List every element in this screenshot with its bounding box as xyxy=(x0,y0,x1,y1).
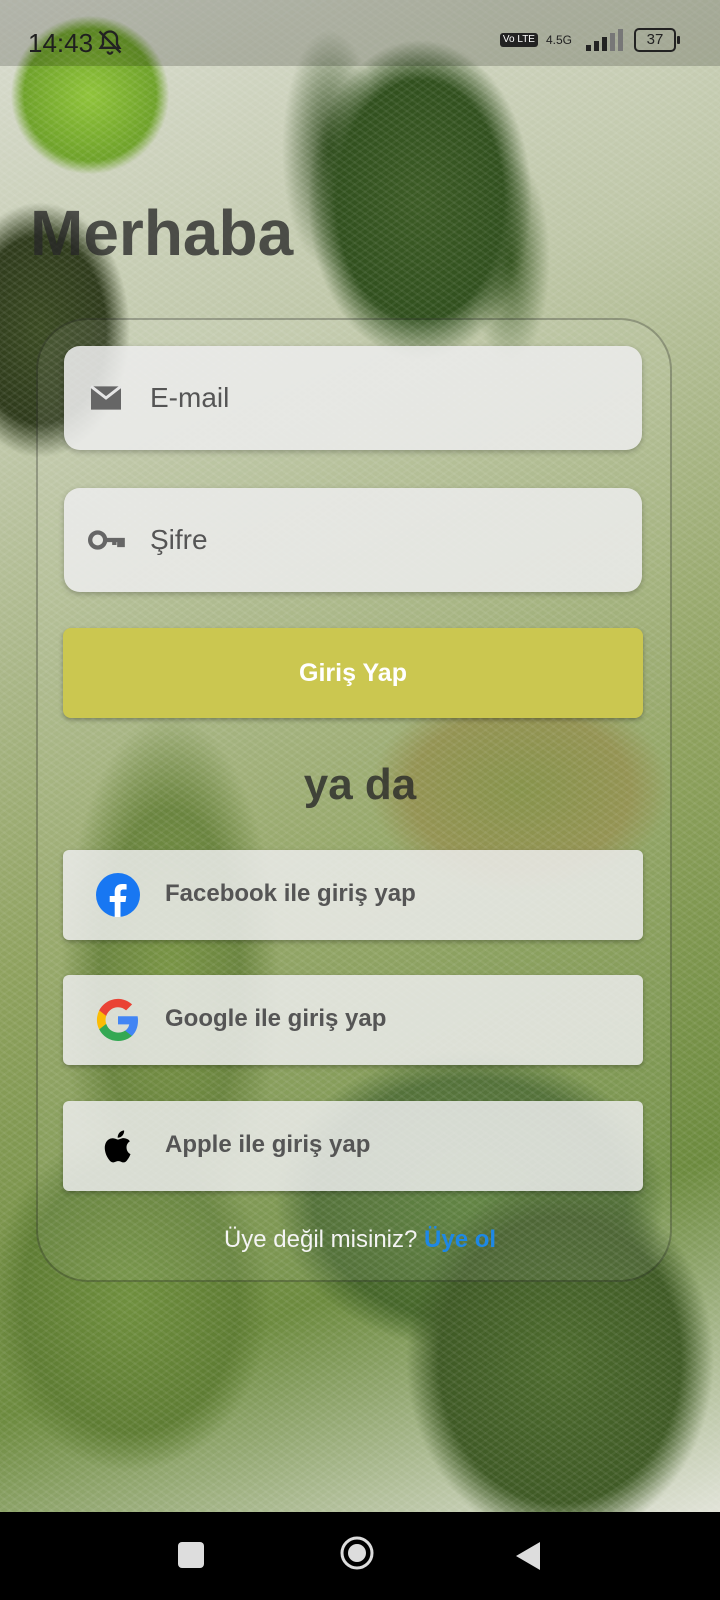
status-time: 14:43 xyxy=(28,28,94,58)
facebook-login-label: Facebook ile giriş yap xyxy=(165,880,416,907)
facebook-icon xyxy=(96,873,140,917)
google-icon xyxy=(96,998,138,1041)
greeting-title: Merhaba xyxy=(30,197,294,269)
signup-link[interactable]: Üye ol xyxy=(424,1226,496,1253)
network-type: 4.5G xyxy=(545,33,572,47)
apple-login-label: Apple ile giriş yap xyxy=(165,1131,371,1158)
home-icon[interactable] xyxy=(340,1536,374,1570)
mail-icon xyxy=(90,385,122,410)
login-button[interactable]: Giriş Yap xyxy=(63,628,643,718)
back-icon[interactable] xyxy=(514,1540,542,1572)
status-indicators: Vo LTE 4.5G 37 xyxy=(499,28,680,52)
password-placeholder: Şifre xyxy=(150,524,208,555)
battery-icon: 37 xyxy=(634,28,680,52)
status-bar: 14:43 Vo LTE 4.5G 37 xyxy=(0,0,720,66)
volte-badge: Vo LTE xyxy=(499,33,538,47)
bell-off-icon xyxy=(98,30,122,55)
google-login-label: Google ile giriş yap xyxy=(165,1005,387,1032)
recents-icon[interactable] xyxy=(178,1542,204,1568)
key-icon xyxy=(88,530,125,550)
system-navigation-bar xyxy=(0,1512,720,1600)
signup-prompt: Üye değil misiniz? Üye ol xyxy=(0,1226,720,1254)
email-field[interactable]: E-mail xyxy=(64,346,642,450)
password-field[interactable]: Şifre xyxy=(64,488,642,592)
google-login-button[interactable]: Google ile giriş yap xyxy=(63,975,643,1065)
apple-icon xyxy=(104,1130,131,1163)
email-placeholder: E-mail xyxy=(150,382,230,413)
facebook-login-button[interactable]: Facebook ile giriş yap xyxy=(63,850,643,940)
signup-question: Üye değil misiniz? xyxy=(223,1226,418,1253)
apple-login-button[interactable]: Apple ile giriş yap xyxy=(63,1101,643,1191)
signal-icon xyxy=(586,29,623,51)
divider-text: ya da xyxy=(303,760,417,809)
